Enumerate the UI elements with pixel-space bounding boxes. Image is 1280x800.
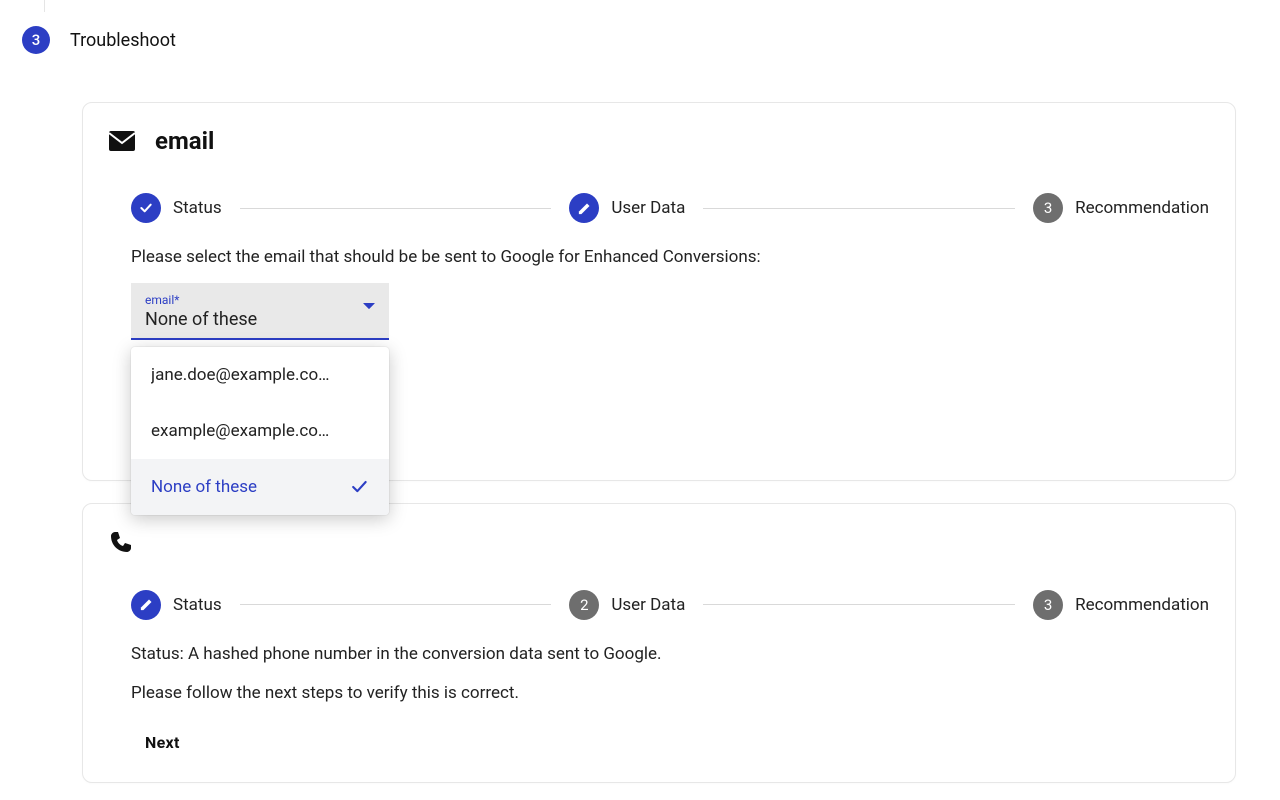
stepper-line: [240, 208, 552, 209]
phone-icon: [109, 530, 133, 554]
stepper-label: User Data: [611, 595, 685, 615]
pencil-icon: [569, 193, 599, 223]
card-header: email: [109, 127, 1209, 155]
stepper-userdata: User Data: [569, 193, 685, 223]
status-text: Status: A hashed phone number in the con…: [131, 642, 1209, 668]
phone-stepper: Status 2 User Data 3 Recommendation: [131, 590, 1209, 620]
dropdown-option[interactable]: example@example.co…: [131, 403, 389, 459]
check-icon: [349, 477, 369, 497]
follow-text: Please follow the next steps to verify t…: [131, 681, 1209, 707]
email-select[interactable]: email* None of these: [131, 283, 389, 340]
step-number-text: 2: [580, 596, 588, 614]
option-text: example@example.co…: [151, 421, 329, 441]
select-value: None of these: [145, 309, 375, 330]
stepper-status: Status: [131, 590, 222, 620]
email-stepper: Status User Data 3 Recommendation: [131, 193, 1209, 223]
next-button[interactable]: Next: [145, 733, 180, 752]
step-number-badge: 3: [1033, 193, 1063, 223]
mail-icon: [109, 131, 135, 151]
caret-down-icon: [363, 303, 375, 311]
stepper-status: Status: [131, 193, 222, 223]
stepper-line: [703, 208, 1015, 209]
step-badge: 3: [22, 26, 50, 54]
dropdown-option[interactable]: jane.doe@example.co…: [131, 347, 389, 403]
step-number-text: 3: [1044, 596, 1052, 614]
step-number-badge: 2: [569, 590, 599, 620]
stepper-line: [703, 604, 1015, 605]
card-title: email: [155, 127, 214, 155]
instruction-text: Please select the email that should be b…: [131, 245, 1209, 271]
step-number-badge: 3: [1033, 590, 1063, 620]
check-icon: [131, 193, 161, 223]
pencil-icon: [131, 590, 161, 620]
email-select-wrap: email* None of these jane.doe@example.co…: [131, 283, 389, 340]
vertical-line: [44, 0, 45, 12]
top-step-row: 3 Troubleshoot: [0, 0, 1280, 54]
stepper-line: [240, 604, 552, 605]
step-number-text: 3: [1044, 199, 1052, 217]
step-number: 3: [32, 31, 41, 49]
step-label: Troubleshoot: [70, 30, 176, 51]
stepper-recommendation: 3 Recommendation: [1033, 590, 1209, 620]
card-header: phone_number: [109, 528, 1209, 556]
stepper-label: User Data: [611, 198, 685, 218]
email-card: email Status User Data 3 Recom: [82, 102, 1236, 481]
stepper-label: Status: [173, 595, 222, 615]
email-dropdown: jane.doe@example.co… example@example.co……: [131, 347, 389, 515]
phone-card: phone_number Status 2 User Data 3: [82, 503, 1236, 783]
select-label: email*: [145, 293, 375, 307]
stepper-userdata: 2 User Data: [569, 590, 685, 620]
option-text: jane.doe@example.co…: [151, 365, 330, 385]
stepper-label: Recommendation: [1075, 198, 1209, 218]
stepper-label: Status: [173, 198, 222, 218]
stepper-recommendation: 3 Recommendation: [1033, 193, 1209, 223]
dropdown-option-selected[interactable]: None of these: [131, 459, 389, 515]
option-text: None of these: [151, 477, 257, 497]
stepper-label: Recommendation: [1075, 595, 1209, 615]
